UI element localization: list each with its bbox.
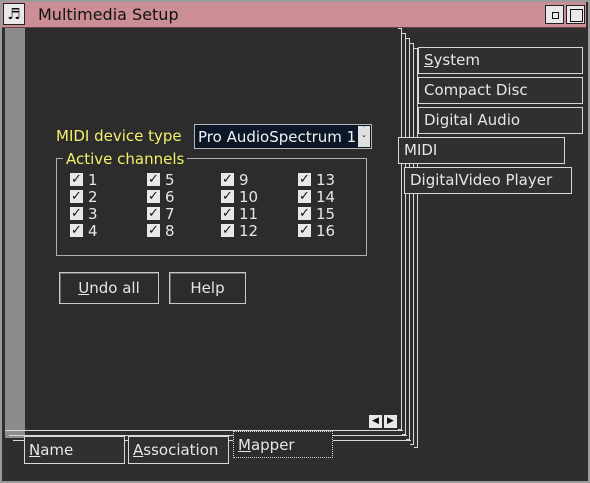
midi-device-type-value: Pro AudioSpectrum 1 xyxy=(198,128,356,146)
tab-digitalvideo-player[interactable]: DigitalVideo Player xyxy=(404,167,572,194)
active-channels-label: Active channels xyxy=(63,150,188,168)
channel-number: 7 xyxy=(165,205,175,223)
checkbox-check-icon: ✓ xyxy=(221,223,234,238)
checkbox-check-icon: ✓ xyxy=(298,206,311,221)
channel-number: 4 xyxy=(88,222,98,240)
tab-mapper-label: apper xyxy=(250,436,295,454)
checkbox-check-icon: ✓ xyxy=(298,172,311,187)
tab-midi[interactable]: MIDI xyxy=(398,137,565,164)
tab-name-label: ame xyxy=(40,441,74,459)
tab-system-label: ystem xyxy=(433,51,480,69)
undo-all-button[interactable]: Undo all xyxy=(59,272,159,304)
checkbox-check-icon: ✓ xyxy=(221,189,234,204)
minimize-button[interactable] xyxy=(545,5,564,24)
checkbox-check-icon: ✓ xyxy=(70,223,83,238)
undo-all-label: ndo all xyxy=(89,279,140,297)
tab-association[interactable]: Association xyxy=(128,436,229,464)
next-page-arrow-icon[interactable]: ▶ xyxy=(384,415,397,428)
tab-mapper[interactable]: Mapper xyxy=(233,431,333,458)
channel-number: 12 xyxy=(239,222,259,240)
multimedia-icon[interactable]: ♬ xyxy=(3,3,25,25)
channel-number: 5 xyxy=(165,171,175,189)
checkbox-check-icon: ✓ xyxy=(147,223,160,238)
channel-number: 2 xyxy=(88,188,98,206)
tab-name[interactable]: Name xyxy=(24,436,125,464)
checkbox-check-icon: ✓ xyxy=(147,206,160,221)
tab-digital-audio[interactable]: Digital Audio xyxy=(418,107,583,134)
maximize-button[interactable] xyxy=(566,5,585,24)
channel-number: 10 xyxy=(239,188,259,206)
dropdown-arrow-icon[interactable]: ˙ ˇ xyxy=(358,126,370,147)
midi-device-type-dropdown[interactable]: Pro AudioSpectrum 1 ˙ ˇ xyxy=(194,124,372,149)
tab-compact-disc[interactable]: Compact Disc xyxy=(418,77,583,104)
window-title: Multimedia Setup xyxy=(38,5,179,24)
checkbox-check-icon: ✓ xyxy=(221,172,234,187)
tab-system[interactable]: System xyxy=(418,47,583,74)
checkbox-check-icon: ✓ xyxy=(70,189,83,204)
midi-device-type-label: MIDI device type xyxy=(56,127,182,145)
channel-number: 16 xyxy=(316,222,336,240)
checkbox-check-icon: ✓ xyxy=(70,172,83,187)
page-stack-edge xyxy=(5,430,403,431)
checkbox-check-icon: ✓ xyxy=(147,189,160,204)
checkbox-check-icon: ✓ xyxy=(221,206,234,221)
checkbox-check-icon: ✓ xyxy=(147,172,160,187)
previous-page-arrow-icon[interactable]: ◀ xyxy=(369,415,382,428)
channel-number: 8 xyxy=(165,222,175,240)
notebook-left-edge xyxy=(5,28,25,438)
tab-mapper-mnemonic: M xyxy=(238,436,251,454)
channel-number: 6 xyxy=(165,188,175,206)
channel-number: 3 xyxy=(88,205,98,223)
tab-association-mnemonic: A xyxy=(133,441,144,459)
tab-system-mnemonic: S xyxy=(424,51,434,69)
channel-number: 1 xyxy=(88,171,98,189)
help-button[interactable]: Help xyxy=(169,272,246,304)
undo-all-mnemonic: U xyxy=(78,279,90,297)
channel-number: 14 xyxy=(316,188,336,206)
channel-number: 15 xyxy=(316,205,336,223)
tab-name-mnemonic: N xyxy=(29,441,41,459)
channel-number: 11 xyxy=(239,205,259,223)
checkbox-check-icon: ✓ xyxy=(298,223,311,238)
channel-number: 13 xyxy=(316,171,336,189)
checkbox-check-icon: ✓ xyxy=(70,206,83,221)
channel-number: 9 xyxy=(239,171,249,189)
tab-association-label: ssociation xyxy=(143,441,219,459)
checkbox-check-icon: ✓ xyxy=(298,189,311,204)
